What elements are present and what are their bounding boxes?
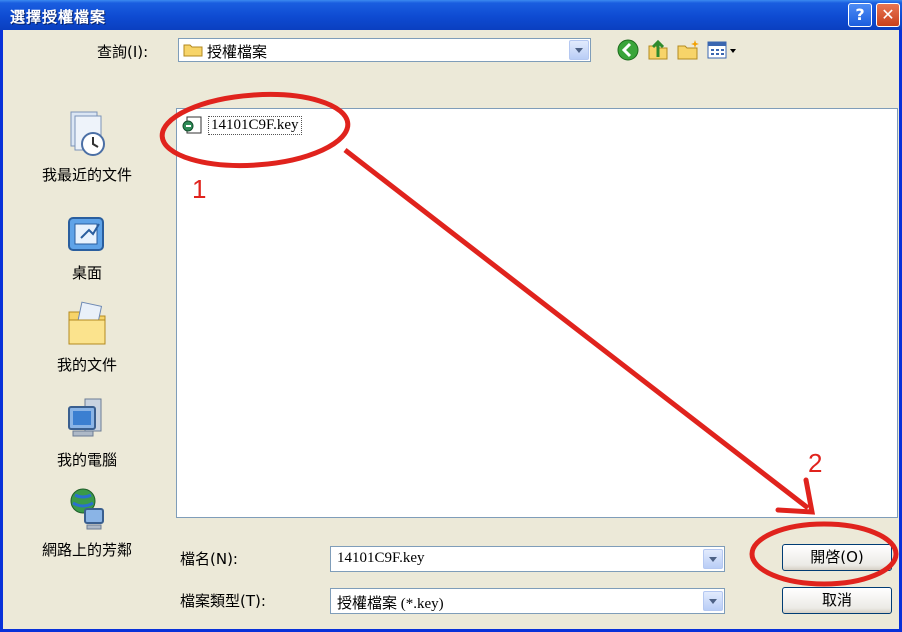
view-menu-icon[interactable]	[705, 37, 739, 63]
help-button[interactable]: ?	[848, 3, 872, 27]
place-my-documents[interactable]: 我的文件	[7, 298, 167, 375]
up-folder-icon[interactable]	[645, 37, 671, 63]
network-places-icon	[70, 488, 104, 530]
place-my-computer[interactable]: 我的電腦	[7, 393, 167, 470]
filetype-label: 檔案類型(T):	[180, 592, 266, 610]
place-network[interactable]: 網路上的芳鄰	[7, 483, 167, 560]
title-bar[interactable]: 選擇授權檔案 ? ✕	[0, 0, 902, 30]
place-desktop[interactable]: 桌面	[7, 212, 167, 283]
folder-icon	[183, 44, 203, 57]
place-recent-documents[interactable]: 我最近的文件	[7, 108, 167, 185]
chevron-down-icon[interactable]	[703, 591, 723, 611]
step-number-2: 2	[808, 448, 823, 478]
place-label: 我的電腦	[56, 451, 117, 469]
desktop-icon	[68, 217, 104, 251]
close-button[interactable]: ✕	[876, 3, 900, 27]
open-button[interactable]: 開啓(O)	[782, 544, 892, 571]
look-in-dropdown[interactable]: 授權檔案	[178, 38, 591, 62]
filename-input[interactable]: 14101C9F.key	[330, 546, 725, 572]
recent-documents-icon	[70, 111, 105, 156]
filename-value: 14101C9F.key	[337, 550, 425, 566]
my-computer-icon	[68, 398, 102, 437]
look-in-value: 授權檔案	[207, 43, 268, 61]
place-label: 桌面	[71, 264, 102, 282]
chevron-down-icon[interactable]	[703, 549, 723, 569]
filetype-value: 授權檔案 (*.key)	[337, 596, 444, 612]
place-label: 我最近的文件	[41, 166, 132, 184]
places-bar: 我最近的文件 桌面 我的文件 我的電腦 網路上的芳鄰	[7, 108, 173, 578]
back-icon[interactable]	[615, 37, 641, 63]
look-in-label: 查詢(I):	[97, 43, 149, 61]
place-label: 網路上的芳鄰	[41, 541, 132, 559]
step-number-1: 1	[192, 174, 207, 204]
file-name: 14101C9F.key	[208, 116, 302, 135]
file-list[interactable]: 14101C9F.key	[176, 108, 898, 518]
chevron-down-icon[interactable]	[569, 40, 589, 60]
key-file-icon	[182, 116, 202, 134]
cancel-button[interactable]: 取消	[782, 587, 892, 614]
my-documents-icon	[68, 301, 106, 345]
filetype-select[interactable]: 授權檔案 (*.key)	[330, 588, 725, 614]
new-folder-icon[interactable]	[675, 37, 701, 63]
place-label: 我的文件	[56, 356, 117, 374]
open-file-dialog: 選擇授權檔案 ? ✕ 查詢(I): 授權檔案 我最近的文件 桌面 我的文件 我的…	[0, 0, 902, 632]
window-title: 選擇授權檔案	[10, 8, 107, 26]
filename-label: 檔名(N):	[180, 550, 238, 568]
